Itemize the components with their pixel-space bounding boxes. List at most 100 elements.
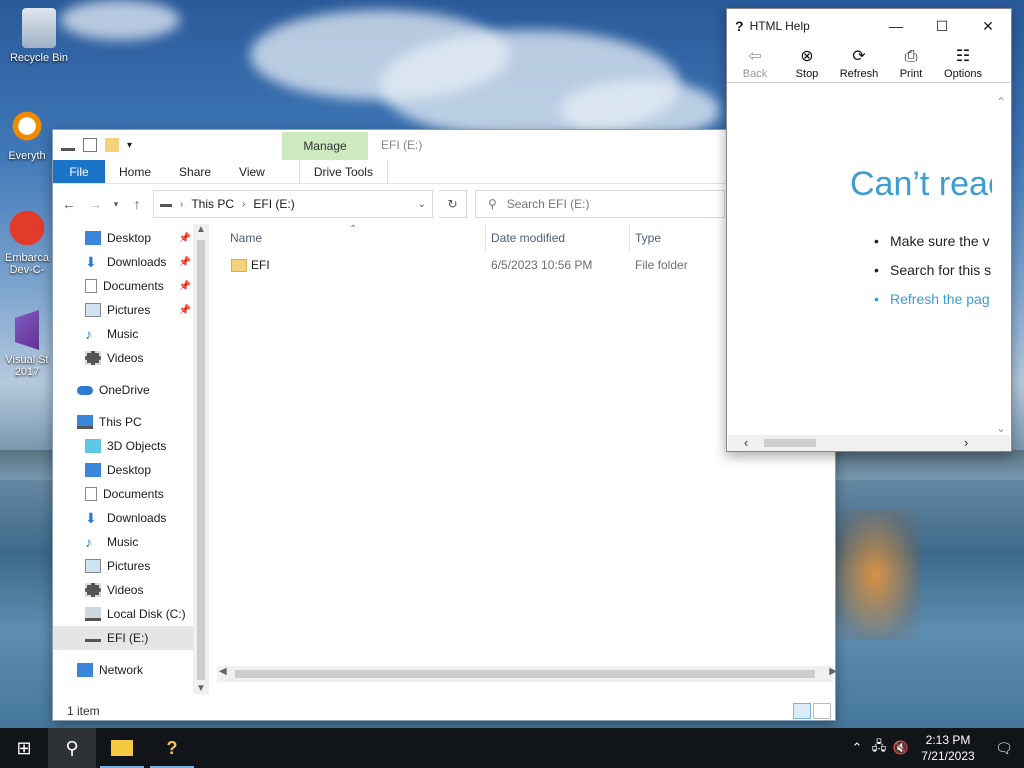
back-arrow-icon[interactable]: ←	[59, 196, 79, 212]
tab-drive-tools[interactable]: Drive Tools	[298, 160, 388, 183]
column-header-name[interactable]: Name	[230, 231, 262, 245]
scrollbar-thumb[interactable]	[197, 240, 205, 680]
tab-home[interactable]: Home	[105, 160, 165, 183]
minimize-icon[interactable]: —	[873, 9, 919, 43]
pin-icon: 📌	[178, 280, 191, 292]
horizontal-scrollbar[interactable]: ◀ ▶	[217, 666, 837, 682]
document-icon	[85, 279, 97, 293]
nav-item-local-disk[interactable]: Local Disk (C:)	[53, 602, 193, 626]
recent-locations-chevron-icon[interactable]: ▾	[111, 199, 121, 210]
volume-muted-icon[interactable]: 🔇	[890, 740, 912, 756]
nav-item-pictures-pc[interactable]: Pictures	[53, 554, 193, 578]
nav-item-music-pc[interactable]: ♪ Music	[53, 530, 193, 554]
navigation-pane: Desktop 📌 ⬇ Downloads 📌 Documents 📌 Pictures…	[53, 224, 209, 700]
refresh-page-link[interactable]: Refresh the pag	[874, 291, 991, 320]
nav-item-network[interactable]: Network	[53, 658, 193, 682]
nav-item-desktop[interactable]: Desktop 📌	[53, 226, 193, 250]
back-button[interactable]: ⇦ Back	[731, 48, 779, 80]
breadcrumb-efi[interactable]: EFI (E:)	[253, 197, 294, 211]
tab-manage[interactable]: Manage	[282, 132, 368, 160]
stop-button[interactable]: ⊗ Stop	[783, 48, 831, 80]
scroll-right-icon[interactable]: ›	[964, 435, 968, 450]
up-arrow-icon[interactable]: ↑	[127, 196, 147, 212]
nav-item-documents-pc[interactable]: Documents	[53, 482, 193, 506]
close-icon[interactable]: ✕	[965, 9, 1011, 43]
properties-icon[interactable]	[83, 138, 97, 152]
nav-item-3d-objects[interactable]: 3D Objects	[53, 434, 193, 458]
large-icons-view-icon[interactable]	[813, 703, 831, 719]
error-suggestions: Make sure the v Search for this s Refres…	[874, 233, 991, 320]
column-divider[interactable]	[629, 224, 630, 252]
scroll-up-icon[interactable]: ⌃	[996, 95, 1006, 109]
nav-label: Pictures	[107, 303, 151, 317]
tab-file[interactable]: File	[53, 160, 105, 183]
column-header-date[interactable]: Date modified	[491, 231, 565, 245]
nav-item-videos[interactable]: Videos	[53, 346, 193, 370]
new-folder-icon[interactable]	[105, 138, 119, 152]
nav-item-this-pc[interactable]: This PC	[53, 410, 193, 434]
help-horizontal-scrollbar[interactable]: ‹ ›	[728, 435, 1010, 451]
nav-item-downloads[interactable]: ⬇ Downloads 📌	[53, 250, 193, 274]
nav-item-pictures[interactable]: Pictures 📌	[53, 298, 193, 322]
scroll-down-icon[interactable]: ⌄	[996, 421, 1006, 435]
notification-icon[interactable]: 🗨	[984, 740, 1024, 757]
ribbon-tabs: File Home Share View Drive Tools	[53, 160, 835, 184]
details-view-icon[interactable]	[793, 703, 811, 719]
nav-item-documents[interactable]: Documents 📌	[53, 274, 193, 298]
tab-share[interactable]: Share	[165, 160, 225, 183]
print-button[interactable]: ⎙ Print	[887, 48, 935, 80]
nav-item-downloads-pc[interactable]: ⬇ Downloads	[53, 506, 193, 530]
scrollbar-thumb[interactable]	[235, 670, 815, 678]
desktop-icon-label: Everyth	[8, 150, 46, 162]
nav-item-videos-pc[interactable]: Videos	[53, 578, 193, 602]
scrollbar-thumb[interactable]	[764, 439, 816, 447]
forward-arrow-icon[interactable]: →	[85, 196, 105, 212]
address-dropdown-chevron-icon[interactable]: ⌄	[418, 199, 426, 210]
nav-label: This PC	[99, 415, 142, 429]
breadcrumb-this-pc[interactable]: This PC	[191, 197, 234, 211]
scroll-right-icon[interactable]: ▶	[829, 666, 837, 677]
help-toolbar: ⇦ Back ⊗ Stop ⟳ Refresh ⎙ Print ☷ Options	[727, 43, 1011, 83]
search-button[interactable]: ⚲	[48, 728, 96, 768]
windows-logo-icon: ⊞	[16, 738, 32, 758]
search-icon: ⚲	[65, 738, 79, 758]
desktop-icon-label: Visual St 2017	[5, 354, 49, 378]
refresh-button[interactable]: ↻	[439, 190, 467, 218]
refresh-button[interactable]: ⟳ Refresh	[835, 48, 883, 80]
customize-qat-chevron-icon[interactable]: ▾	[127, 140, 132, 151]
cloud-icon	[77, 385, 93, 395]
nav-label: Desktop	[107, 231, 152, 245]
tab-view[interactable]: View	[225, 160, 279, 183]
nav-item-efi[interactable]: EFI (E:)	[53, 626, 193, 650]
taskbar-html-help[interactable]: ?	[148, 728, 196, 768]
maximize-icon[interactable]: ☐	[919, 9, 965, 43]
options-button[interactable]: ☷ Options	[939, 48, 987, 80]
help-vertical-scrollbar[interactable]: ⌃ ⌄	[993, 85, 1009, 435]
search-input[interactable]: ⚲ Search EFI (E:)	[475, 190, 725, 218]
help-window-title: HTML Help	[749, 19, 810, 33]
network-icon[interactable]: 🖧	[868, 737, 890, 759]
address-bar[interactable]: › This PC › EFI (E:) ⌄	[153, 190, 433, 218]
start-button[interactable]: ⊞	[0, 728, 48, 768]
scroll-left-icon[interactable]: ‹	[744, 435, 748, 450]
scroll-down-icon[interactable]: ▼	[196, 683, 206, 694]
scroll-up-icon[interactable]: ▲	[196, 224, 206, 235]
chevron-up-icon[interactable]: ⌃	[846, 740, 868, 756]
nav-item-onedrive[interactable]: OneDrive	[53, 378, 193, 402]
column-divider[interactable]	[485, 224, 486, 252]
nav-scrollbar[interactable]: ▲ ▼	[193, 224, 209, 694]
refresh-icon: ⟳	[852, 48, 866, 65]
help-question-icon: ?	[166, 738, 178, 758]
everything-app-icon	[7, 106, 47, 146]
scroll-left-icon[interactable]: ◀	[219, 666, 227, 677]
nav-item-desktop-pc[interactable]: Desktop	[53, 458, 193, 482]
desktop-icon-recycle-bin[interactable]: Recycle Bin	[4, 8, 74, 64]
nav-label: Videos	[107, 583, 144, 597]
nav-label: EFI (E:)	[107, 631, 149, 645]
taskbar-file-explorer[interactable]	[98, 728, 146, 768]
folder-icon	[111, 740, 133, 756]
column-header-type[interactable]: Type	[635, 231, 661, 245]
music-icon: ♪	[85, 326, 92, 342]
nav-item-music[interactable]: ♪ Music	[53, 322, 193, 346]
clock[interactable]: 2:13 PM 7/21/2023	[912, 732, 984, 764]
